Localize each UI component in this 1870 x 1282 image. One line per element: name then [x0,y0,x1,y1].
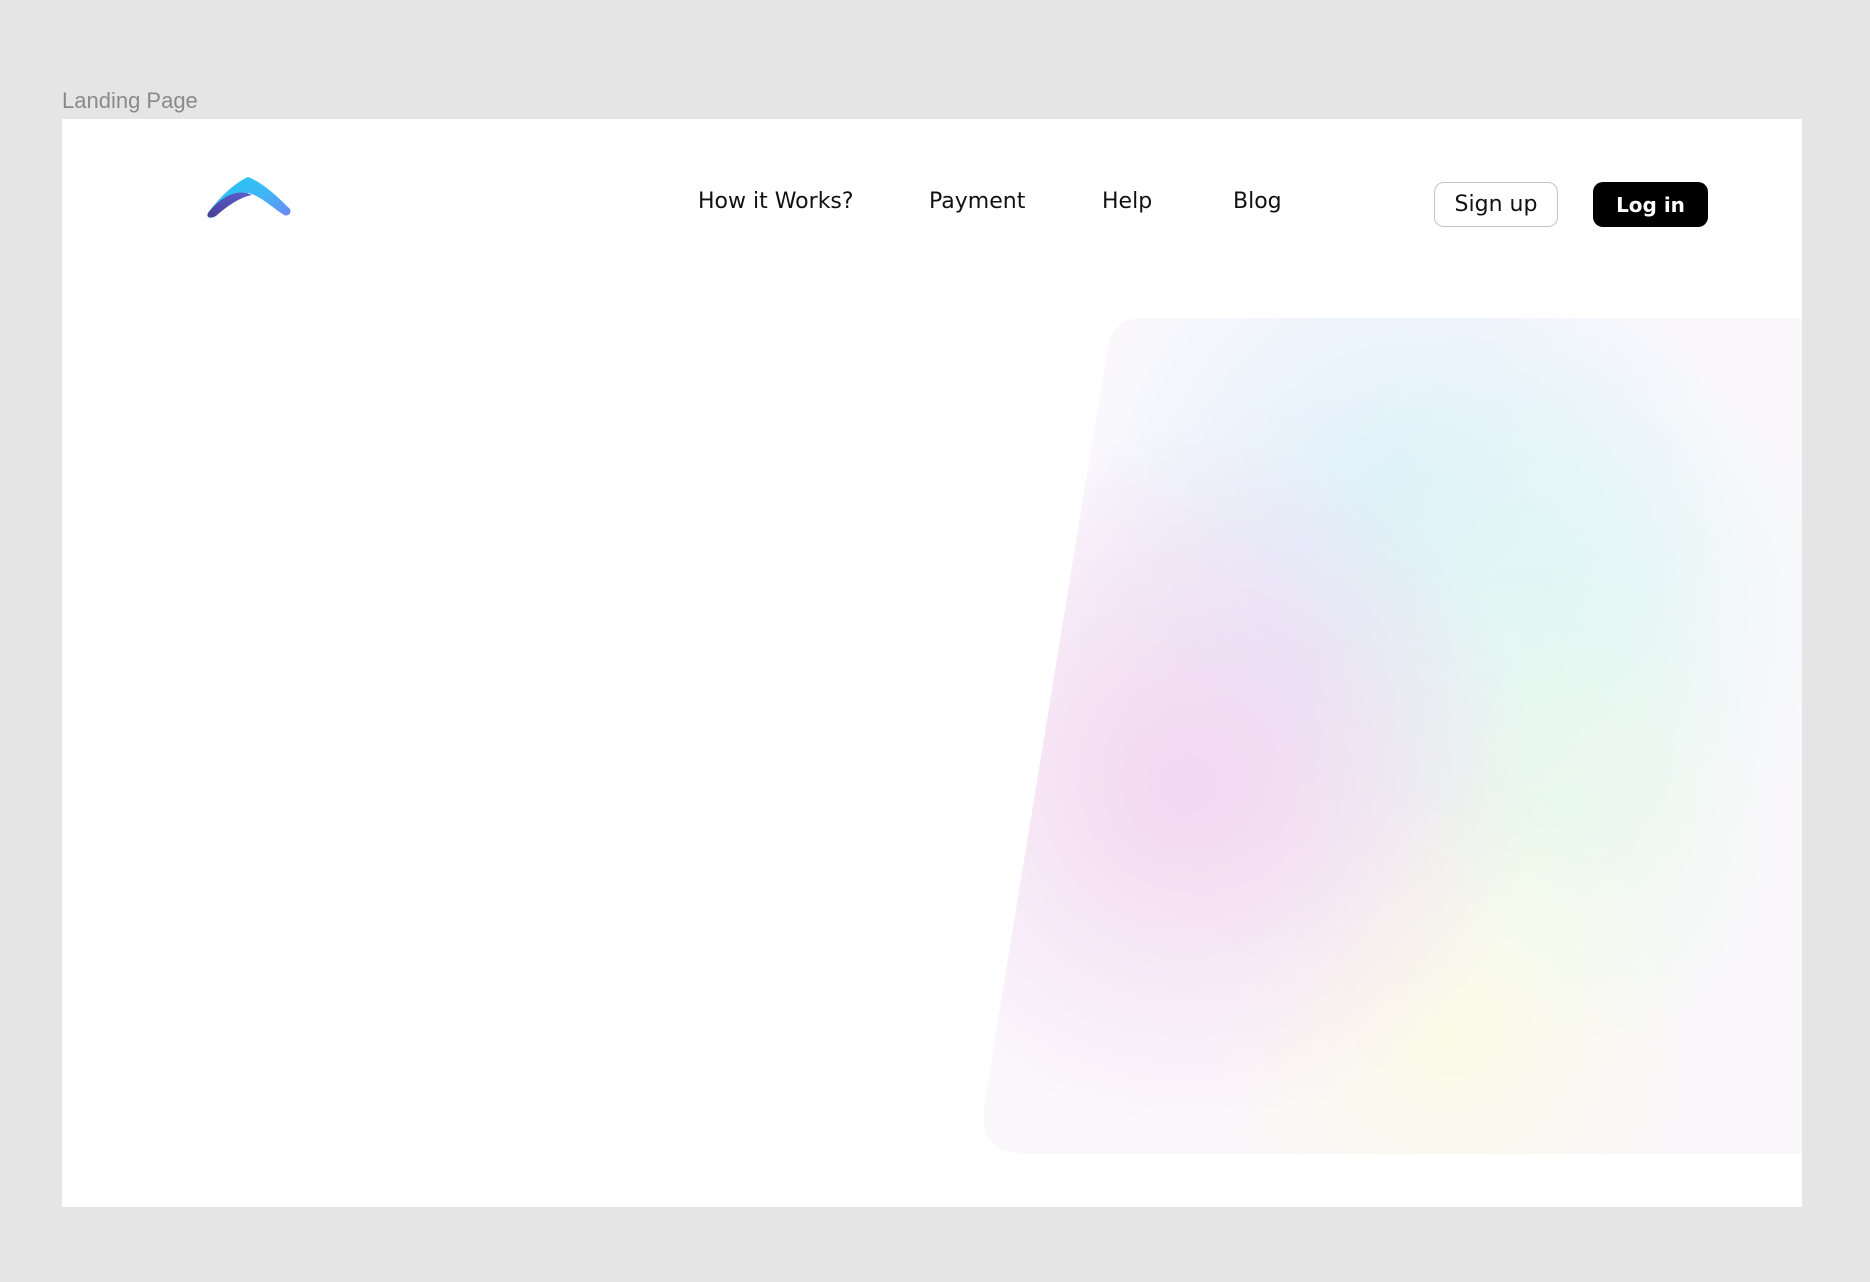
signup-button[interactable]: Sign up [1434,182,1558,227]
login-button[interactable]: Log in [1593,182,1708,227]
landing-page-frame: How it Works? Payment Help Blog Sign up … [62,119,1802,1207]
nav-link-blog[interactable]: Blog [1233,187,1282,217]
nav-link-how-it-works[interactable]: How it Works? [698,187,854,217]
hero-gradient-shape [983,318,1802,1154]
nav-link-payment[interactable]: Payment [929,187,1025,217]
chevron-up-logo-icon[interactable] [204,169,294,219]
nav-link-help[interactable]: Help [1102,187,1152,217]
frame-label: Landing Page [62,88,198,113]
